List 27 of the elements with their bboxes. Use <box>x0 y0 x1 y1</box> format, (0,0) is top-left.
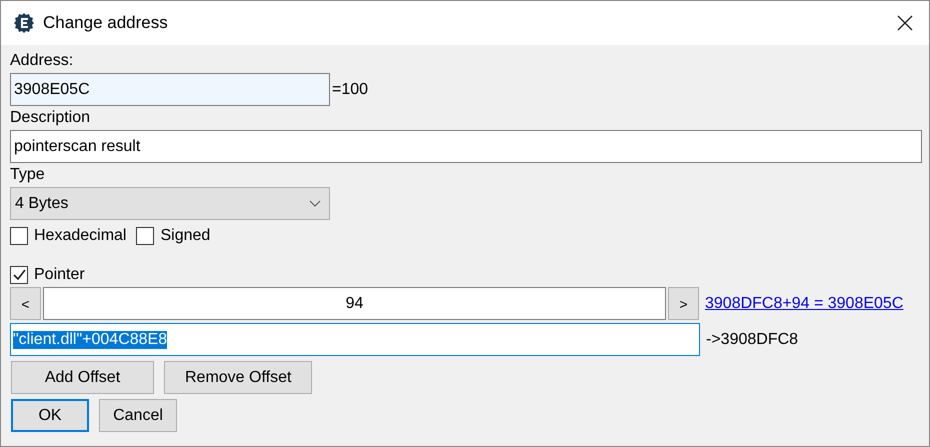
checkbox[interactable] <box>10 227 28 245</box>
previous-button[interactable]: < <box>10 287 41 320</box>
offset-button[interactable]: Add Offset <box>11 361 154 394</box>
offset-field[interactable]: 94 <box>43 287 666 320</box>
offset-button[interactable]: Remove Offset <box>164 361 312 394</box>
address-link[interactable]: 3908DFC8+94 = 3908E05C <box>705 294 904 312</box>
description-label: Description <box>10 108 90 128</box>
address-label: Address: <box>10 51 74 71</box>
checkbox-label: Signed <box>160 227 210 245</box>
next-button[interactable]: > <box>668 287 699 320</box>
address-value: =100 <box>332 80 368 98</box>
dialog-button[interactable]: Cancel <box>99 399 177 432</box>
address-field[interactable]: 3908E05C <box>10 73 330 106</box>
chevron-down-icon <box>309 200 321 207</box>
type-label: Type <box>10 165 45 185</box>
window-title: Change address <box>43 13 168 33</box>
description-field[interactable]: pointerscan result <box>10 130 922 163</box>
base-address-field[interactable]: "client.dll"+004C88E8 <box>10 323 700 356</box>
dialog-button[interactable]: OK <box>11 399 89 432</box>
type-dropdown[interactable]: 4 Bytes <box>10 187 330 220</box>
close-icon[interactable] <box>897 15 913 31</box>
checkbox[interactable] <box>136 227 154 245</box>
checkbox-label: Hexadecimal <box>34 227 126 245</box>
gear-icon <box>13 12 35 34</box>
pointer-value: ->3908DFC8 <box>706 330 798 348</box>
checkbox[interactable] <box>10 266 28 284</box>
checkbox-label: Pointer <box>34 266 85 284</box>
